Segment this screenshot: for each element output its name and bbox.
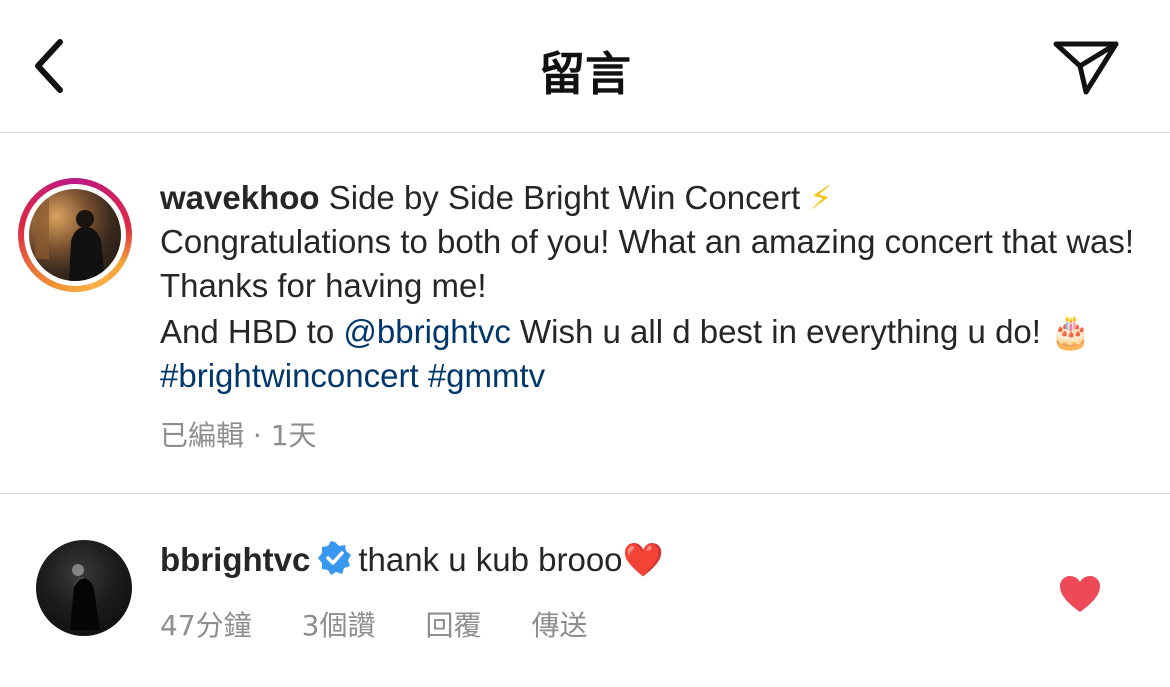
comment-author-avatar[interactable]: [36, 540, 132, 636]
reply-button[interactable]: 回覆: [425, 604, 481, 644]
comment-timestamp: 47分鐘: [160, 609, 252, 642]
post-author-avatar[interactable]: [18, 178, 132, 292]
verified-badge-icon: [318, 541, 352, 586]
mention-link[interactable]: @bbrightvc: [343, 313, 510, 350]
page-title: 留言: [539, 47, 631, 101]
post-meta: 已編輯 · 1天: [160, 419, 317, 452]
cake-emoji: 🎂: [1050, 313, 1092, 350]
comment-text: bbrightvc thank u kub brooo❤️: [160, 538, 1020, 586]
top-bar: 留言: [0, 0, 1170, 133]
person-silhouette-icon: [35, 199, 105, 281]
person-silhouette-icon: [70, 564, 100, 630]
post-author-username[interactable]: wavekhoo: [160, 179, 320, 216]
comment-likes-count[interactable]: 3個讚: [302, 604, 376, 644]
hashtag-link[interactable]: #brightwinconcert: [160, 357, 419, 394]
caption-text: wavekhoo Side by Side Bright Win Concert…: [160, 176, 1140, 398]
heart-filled-icon: [1060, 576, 1100, 612]
comment-body: thank u kub brooo: [358, 541, 623, 578]
comment-actions: 47分鐘 3個讚 回覆 傳送: [160, 604, 588, 644]
share-button[interactable]: [1048, 30, 1124, 102]
comment-author-username[interactable]: bbrightvc: [160, 541, 310, 578]
caption-line-3-suffix: Wish u all d best in everything u do!: [510, 313, 1051, 350]
caption-line-2: Congratulations to both of you! What an …: [160, 223, 1135, 304]
caption-line-3-prefix: And HBD to: [160, 313, 344, 350]
paper-plane-icon: [1053, 41, 1119, 95]
send-button[interactable]: 傳送: [531, 604, 587, 644]
comment-like-button[interactable]: [1058, 574, 1102, 614]
caption-line-1: Side by Side Bright Win Concert: [319, 179, 810, 216]
bolt-emoji: ⚡: [809, 179, 833, 216]
heart-emoji: ❤️: [622, 541, 664, 578]
hashtag-link[interactable]: #gmmtv: [428, 357, 545, 394]
avatar-photo: [29, 189, 121, 281]
